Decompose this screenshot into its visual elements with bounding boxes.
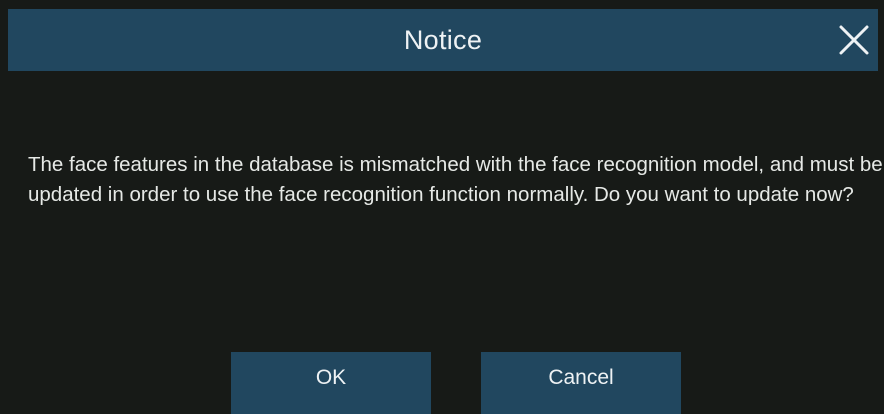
- notice-message: The face features in the database is mis…: [28, 153, 883, 206]
- dialog-title: Notice: [403, 25, 483, 55]
- notice-dialog: Notice The face features in the database…: [0, 0, 884, 414]
- ok-button[interactable]: OK: [231, 352, 431, 414]
- close-icon: [836, 22, 872, 58]
- close-button[interactable]: [836, 22, 872, 58]
- cancel-button[interactable]: Cancel: [481, 352, 681, 414]
- title-bar: Notice: [8, 9, 878, 71]
